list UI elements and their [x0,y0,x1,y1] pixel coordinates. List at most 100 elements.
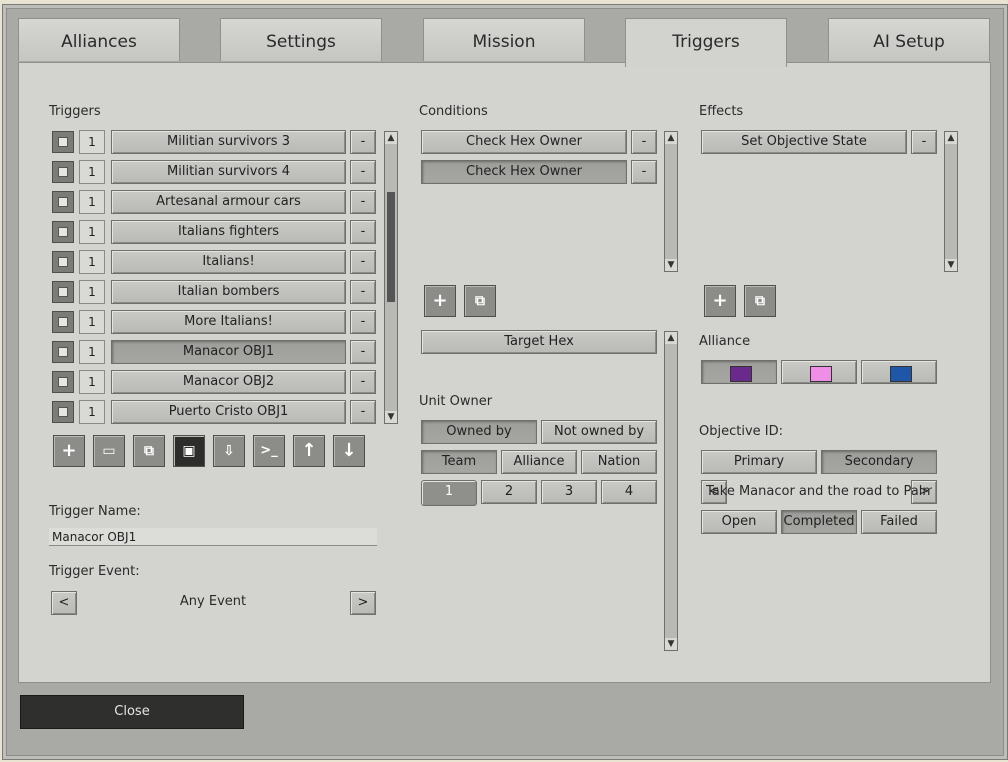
trigger-remove-button[interactable]: - [350,190,376,214]
condition-params-scrollbar[interactable]: ▲ ▼ [664,331,678,651]
alliance-color-swatch [890,366,912,382]
trigger-row[interactable]: Manacor OBJ2 [111,370,346,394]
event-next-button[interactable]: > [350,591,376,615]
trigger-enable-checkbox[interactable] [52,251,74,273]
trigger-count: 1 [79,220,105,244]
alliance-color-swatch [810,366,832,382]
trigger-event-label: Trigger Event: [49,564,140,579]
scroll-up-icon[interactable]: ▲ [665,132,677,144]
team-button[interactable]: Team [421,450,497,474]
scroll-thumb[interactable] [387,192,395,302]
trigger-count: 1 [79,160,105,184]
trigger-row[interactable]: Italians! [111,250,346,274]
trigger-remove-button[interactable]: - [350,250,376,274]
trigger-enable-checkbox[interactable] [52,281,74,303]
plus-icon[interactable]: + [704,285,736,317]
copy-icon[interactable]: ⧉ [133,435,165,467]
alliance-blue-button[interactable] [861,360,937,384]
trigger-row[interactable]: Manacor OBJ1 [111,340,346,364]
scroll-up-icon[interactable]: ▲ [665,332,677,344]
team-1-button[interactable]: 1 [421,480,477,506]
team-4-button[interactable]: 4 [601,480,657,504]
objective-text: Take Manacor and the road to Palma [706,484,932,499]
trigger-remove-button[interactable]: - [350,130,376,154]
conditions-heading: Conditions [419,104,488,119]
trigger-count: 1 [79,340,105,364]
trigger-count: 1 [79,400,105,424]
trigger-enable-checkbox[interactable] [52,131,74,153]
failed-button[interactable]: Failed [861,510,937,534]
triggers-heading: Triggers [49,104,101,119]
unit-owner-label: Unit Owner [419,394,493,409]
scroll-up-icon[interactable]: ▲ [385,132,397,144]
trigger-count: 1 [79,190,105,214]
trigger-row[interactable]: Italians fighters [111,220,346,244]
trigger-enable-checkbox[interactable] [52,191,74,213]
trigger-remove-button[interactable]: - [350,340,376,364]
condition-remove-button[interactable]: - [631,160,657,184]
owned-by-button[interactable]: Owned by [421,420,537,444]
condition-row[interactable]: Check Hex Owner [421,130,627,154]
team-2-button[interactable]: 2 [481,480,537,504]
trigger-remove-button[interactable]: - [350,280,376,304]
trigger-remove-button[interactable]: - [350,160,376,184]
not-owned-by-button[interactable]: Not owned by [541,420,657,444]
import-icon[interactable]: ⇩ [213,435,245,467]
plus-icon[interactable]: + [53,435,85,467]
trigger-name-label: Trigger Name: [49,504,141,519]
trigger-scrollbar[interactable]: ▲ ▼ [384,131,398,424]
nation-button[interactable]: Nation [581,450,657,474]
effects-scrollbar[interactable]: ▲ ▼ [944,131,958,272]
effects-heading: Effects [699,104,744,119]
trigger-count: 1 [79,370,105,394]
trigger-count: 1 [79,280,105,304]
copy-icon[interactable]: ⧉ [464,285,496,317]
alliance-button[interactable]: Alliance [501,450,577,474]
open-button[interactable]: Open [701,510,777,534]
trigger-enable-checkbox[interactable] [52,401,74,423]
trigger-row[interactable]: Militian survivors 3 [111,130,346,154]
close-button[interactable]: Close [20,695,244,729]
save-icon[interactable]: ▣ [173,435,205,467]
alliance-purple-button[interactable] [701,360,777,384]
trigger-remove-button[interactable]: - [350,400,376,424]
secondary-button[interactable]: Secondary [821,450,937,474]
folder-icon[interactable]: ▭ [93,435,125,467]
event-prev-button[interactable]: < [51,591,77,615]
trigger-row[interactable]: Italian bombers [111,280,346,304]
target-hex-button[interactable]: Target Hex [421,330,657,354]
trigger-row[interactable]: Artesanal armour cars [111,190,346,214]
trigger-enable-checkbox[interactable] [52,341,74,363]
copy-icon[interactable]: ⧉ [744,285,776,317]
trigger-row[interactable]: Puerto Cristo OBJ1 [111,400,346,424]
effect-row[interactable]: Set Objective State [701,130,907,154]
trigger-enable-checkbox[interactable] [52,221,74,243]
scroll-down-icon[interactable]: ▼ [665,259,677,271]
scroll-down-icon[interactable]: ▼ [385,411,397,423]
trigger-row[interactable]: Militian survivors 4 [111,160,346,184]
arrow-up-icon[interactable]: ↑ [293,435,325,467]
console-icon[interactable]: >_ [253,435,285,467]
primary-button[interactable]: Primary [701,450,817,474]
arrow-down-icon[interactable]: ↓ [333,435,365,467]
scroll-down-icon[interactable]: ▼ [665,638,677,650]
trigger-enable-checkbox[interactable] [52,371,74,393]
effect-remove-button[interactable]: - [911,130,937,154]
panel-content: Triggers 1 Militian survivors 3-1 Militian… [0,0,1008,762]
trigger-remove-button[interactable]: - [350,310,376,334]
condition-row[interactable]: Check Hex Owner [421,160,627,184]
scroll-down-icon[interactable]: ▼ [945,259,957,271]
plus-icon[interactable]: + [424,285,456,317]
trigger-enable-checkbox[interactable] [52,161,74,183]
trigger-enable-checkbox[interactable] [52,311,74,333]
trigger-remove-button[interactable]: - [350,370,376,394]
trigger-row[interactable]: More Italians! [111,310,346,334]
team-3-button[interactable]: 3 [541,480,597,504]
condition-remove-button[interactable]: - [631,130,657,154]
conditions-scrollbar[interactable]: ▲ ▼ [664,131,678,272]
trigger-remove-button[interactable]: - [350,220,376,244]
alliance-pink-button[interactable] [781,360,857,384]
completed-button[interactable]: Completed [781,510,857,534]
scroll-up-icon[interactable]: ▲ [945,132,957,144]
trigger-name-input[interactable]: Manacor OBJ1 [49,528,377,546]
